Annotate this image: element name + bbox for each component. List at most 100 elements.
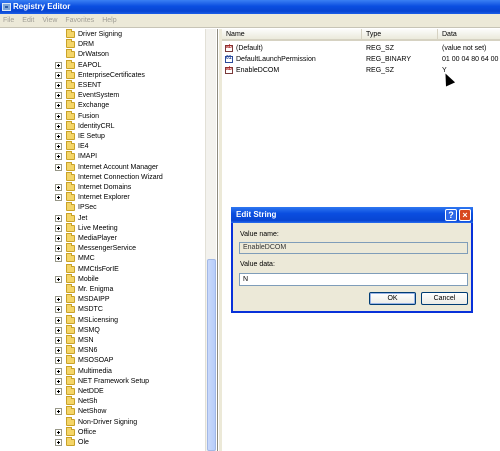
list-row[interactable]: (Default) REG_SZ (value not set) [222, 43, 500, 54]
tree-item[interactable]: EnterpriseCertificates [0, 69, 210, 81]
expand-plus-icon[interactable] [55, 92, 62, 100]
tree-item[interactable]: NetDDE [0, 386, 210, 397]
expand-plus-icon[interactable] [55, 82, 62, 89]
expand-plus-icon[interactable] [55, 306, 62, 314]
tree-item[interactable]: Internet Explorer [0, 192, 210, 203]
column-header-data[interactable]: Data [438, 29, 500, 41]
tree-item[interactable]: MessengerService [0, 243, 210, 254]
menu-edit[interactable]: Edit [22, 17, 34, 24]
tree-item[interactable]: Live Meeting [0, 222, 210, 234]
value-name-label: Value name: [240, 231, 279, 238]
expand-plus-icon[interactable] [55, 194, 62, 202]
expand-plus-icon[interactable] [55, 337, 62, 344]
list-row[interactable]: EnableDCOMREG_SZY [222, 65, 500, 76]
tree-item[interactable]: MSLicensing [0, 314, 210, 326]
expand-plus-icon[interactable] [55, 255, 62, 263]
tree-item[interactable]: IPSec [0, 202, 210, 213]
expand-plus-icon[interactable] [55, 388, 62, 395]
expand-plus-icon[interactable] [55, 122, 62, 130]
tree-item[interactable]: MSDTC [0, 304, 210, 315]
expand-plus-icon[interactable] [55, 71, 62, 79]
tree-item[interactable]: Internet Connection Wizard [0, 171, 210, 183]
expand-plus-icon[interactable] [55, 235, 62, 242]
tree-item[interactable]: MediaPlayer [0, 233, 210, 244]
expand-plus-icon[interactable] [55, 367, 62, 375]
tree-item[interactable]: MMCtlsForIE [0, 263, 210, 275]
tree-item[interactable]: MSN [0, 335, 210, 346]
tree-item[interactable]: MMC [0, 253, 210, 264]
tree-item[interactable]: Mobile [0, 273, 210, 285]
expand-plus-icon[interactable] [55, 184, 62, 191]
expand-plus-icon[interactable] [55, 163, 62, 171]
tree-item-label: MSMQ [78, 326, 100, 334]
expand-plus-icon[interactable] [55, 224, 62, 232]
tree-item[interactable]: Jet [0, 212, 210, 224]
tree-item[interactable]: IE Setup [0, 131, 210, 142]
expand-plus-icon[interactable] [55, 61, 62, 69]
folder-icon [66, 437, 75, 446]
cancel-button[interactable]: Cancel [421, 292, 468, 305]
list-row[interactable]: DefaultLaunchPermission REG_BINARY 01 00 0… [222, 54, 500, 65]
tree-item[interactable]: MSDAIPP [0, 294, 210, 305]
tree-item[interactable]: IMAPI [0, 151, 210, 162]
expand-plus-icon[interactable] [55, 133, 62, 140]
expand-plus-icon[interactable] [55, 214, 62, 222]
tree-item[interactable]: NetSh [0, 396, 210, 407]
registry-key-tree[interactable]: Driver Signing DRM DrWatson EAPOL Enterprise… [0, 29, 218, 451]
tree-item[interactable]: MSOSOAP [0, 355, 210, 366]
expand-plus-icon[interactable] [55, 245, 62, 253]
expand-plus-icon[interactable] [55, 377, 62, 385]
expand-plus-icon[interactable] [55, 275, 62, 283]
expand-plus-icon[interactable] [55, 347, 62, 355]
tree-item[interactable]: Multimedia [0, 365, 210, 377]
tree-item[interactable]: MSMQ [0, 324, 210, 336]
value-data-input[interactable]: N [239, 273, 468, 286]
tree-item[interactable]: NET Framework Setup [0, 375, 210, 387]
ok-button[interactable]: OK [369, 292, 416, 305]
expand-plus-icon[interactable] [55, 112, 62, 120]
tree-scrollbar-thumb[interactable] [207, 259, 216, 451]
menu-help[interactable]: Help [102, 17, 116, 24]
dialog-close-button[interactable]: × [459, 209, 471, 221]
expand-plus-icon[interactable] [55, 153, 62, 161]
tree-item[interactable]: IE4 [0, 141, 210, 152]
expand-plus-icon[interactable] [55, 439, 62, 446]
dialog-titlebar[interactable]: Edit String ? × [231, 207, 473, 223]
column-header-name[interactable]: Name [222, 29, 362, 41]
tree-item[interactable]: DrWatson [0, 49, 210, 60]
tree-scrollbar[interactable] [205, 29, 216, 451]
tree-item[interactable]: Exchange [0, 100, 210, 111]
expand-plus-icon[interactable] [55, 408, 62, 416]
expand-plus-icon[interactable] [55, 296, 62, 304]
tree-item[interactable]: Internet Domains [0, 182, 210, 193]
tree-item[interactable]: Driver Signing [0, 29, 210, 40]
menu-view[interactable]: View [42, 17, 57, 24]
window-titlebar[interactable]: Registry Editor [0, 0, 500, 14]
menu-favorites[interactable]: Favorites [65, 17, 94, 24]
tree-item-label: MSN [78, 337, 94, 344]
expand-plus-icon[interactable] [55, 102, 62, 110]
tree-item[interactable]: DRM [0, 39, 210, 50]
tree-item[interactable]: Fusion [0, 110, 210, 122]
tree-item[interactable]: ESENT [0, 80, 210, 91]
tree-item[interactable]: IdentityCRL [0, 120, 210, 132]
dialog-help-button[interactable]: ? [445, 209, 457, 221]
folder-icon [66, 233, 75, 242]
tree-item[interactable]: MSN6 [0, 345, 210, 356]
expand-plus-icon[interactable] [55, 143, 62, 151]
tree-item[interactable]: EAPOL [0, 59, 210, 71]
tree-item[interactable]: Office [0, 426, 210, 438]
column-header-type[interactable]: Type [362, 29, 438, 41]
tree-item[interactable]: Ole [0, 437, 210, 448]
expand-plus-icon[interactable] [55, 326, 62, 334]
tree-item[interactable]: NetShow [0, 406, 210, 417]
tree-item[interactable]: Non-Driver Signing [0, 416, 210, 428]
expand-plus-icon[interactable] [55, 428, 62, 436]
menu-file[interactable]: File [3, 17, 14, 24]
expand-plus-icon[interactable] [55, 316, 62, 324]
tree-item[interactable]: EventSystem [0, 90, 210, 101]
expand-plus-icon[interactable] [55, 357, 62, 365]
tree-item-label: Mobile [78, 275, 99, 283]
tree-item[interactable]: Internet Account Manager [0, 161, 210, 173]
tree-item[interactable]: Mr. Enigma [0, 284, 210, 295]
